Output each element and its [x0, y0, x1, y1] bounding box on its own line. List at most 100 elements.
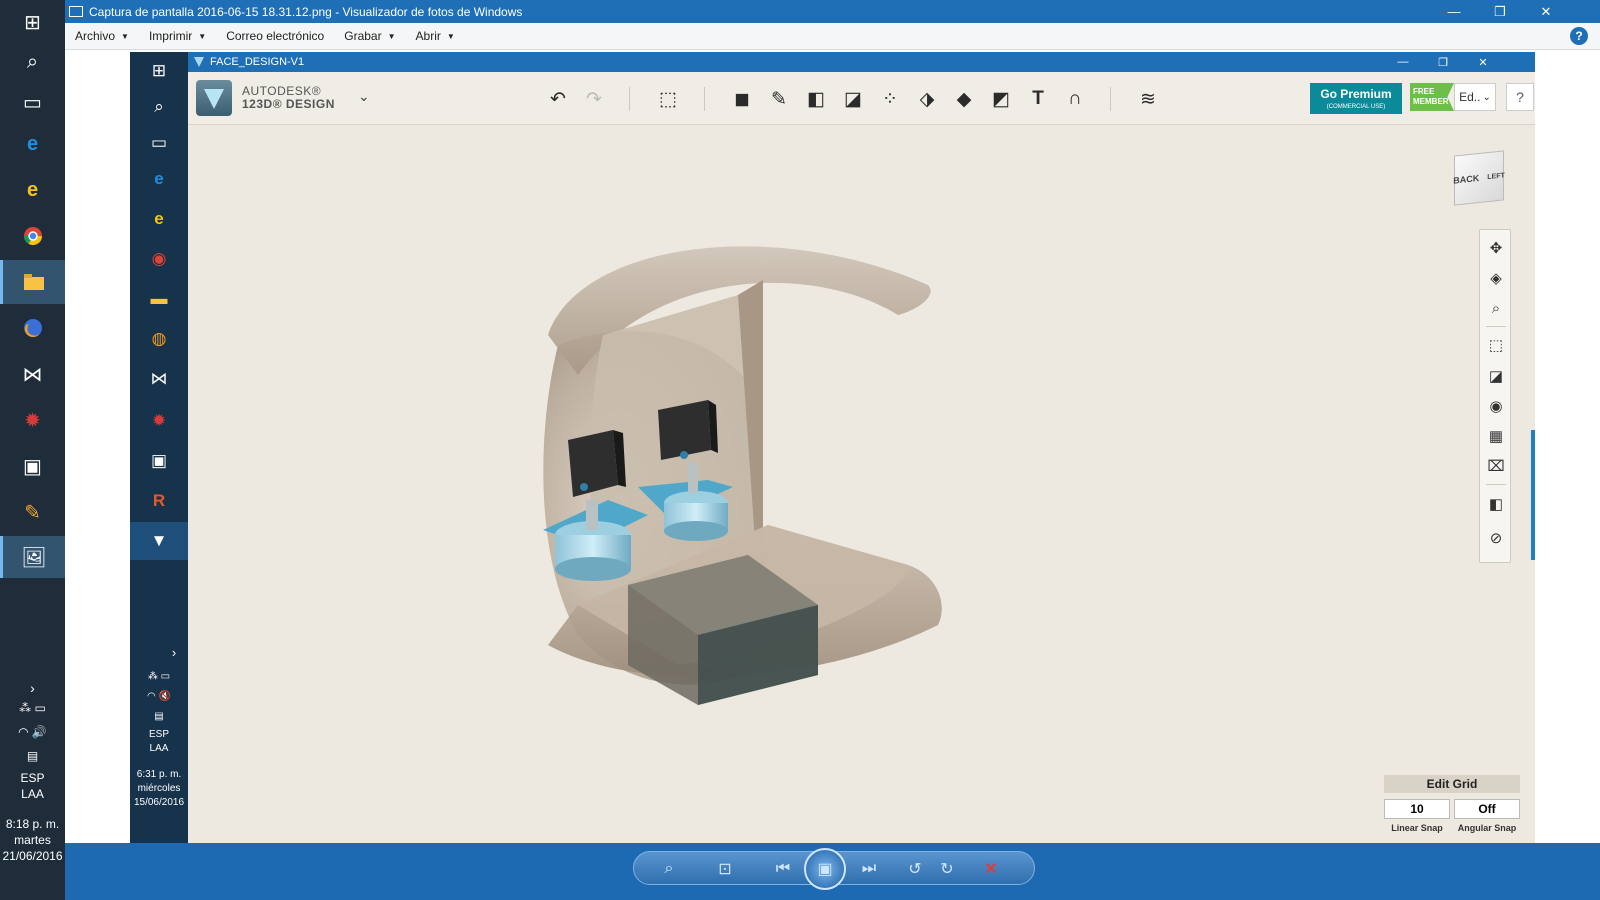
3d-viewport: BACK LEFT ✥ ◈ ⌕ ⬚ ◪ ◉ ▦ ⌧ ◧ ⊘ Edit Grid … — [188, 125, 1535, 843]
r-app-icon: R — [152, 491, 166, 510]
app-logo-icon — [194, 57, 204, 67]
clock-day: miércoles — [137, 783, 181, 794]
maximize-button[interactable]: ❐ — [1477, 0, 1523, 23]
main-menu-chevron-icon: ⌄ — [358, 88, 370, 104]
123d-logo-icon — [196, 80, 232, 116]
camera-icon: ⌧ — [1487, 458, 1505, 475]
show-hidden-icons-chevron: › — [171, 645, 177, 660]
free-member-badge: FREE MEMBER — [1410, 83, 1454, 111]
rotate-right-icon[interactable]: ↻ — [933, 855, 961, 883]
navigation-bar: ✥ ◈ ⌕ ⬚ ◪ ◉ ▦ ⌧ ◧ ⊘ — [1479, 229, 1511, 563]
actual-size-icon[interactable]: ⊡ — [711, 855, 739, 883]
modify-icon: ◪ — [844, 88, 862, 110]
fit-icon: ⬚ — [1488, 337, 1504, 354]
rotate-left-icon[interactable]: ↺ — [901, 855, 929, 883]
bug-app-icon[interactable]: ✹ — [0, 398, 65, 442]
brand: AUTODESK® 123D® DESIGN — [196, 80, 335, 116]
chrome-icon[interactable] — [0, 214, 65, 258]
grouping-icon: ⬗ — [919, 88, 935, 110]
text-icon: T — [1032, 88, 1044, 109]
measure-icon: ◩ — [992, 88, 1010, 110]
firefox-icon[interactable] — [0, 306, 65, 350]
photo-viewer-icon — [69, 6, 83, 17]
delete-icon[interactable]: ✕ — [977, 855, 1005, 883]
transform-icon: ⬚ — [659, 88, 677, 110]
task-view-icon: ▭ — [150, 133, 168, 152]
tool-app-icon[interactable]: ✎ — [0, 490, 65, 534]
ortho-perspective-icon: ◪ — [1488, 368, 1504, 385]
menu-correo[interactable]: Correo electrónico — [216, 29, 334, 43]
user-name: Ed.. — [1459, 90, 1481, 104]
next-icon[interactable]: ⏭ — [855, 855, 883, 883]
previous-icon[interactable]: ⏮ — [769, 855, 797, 883]
photos-app-icon[interactable]: ▣ — [0, 444, 65, 488]
premium-sublabel: (COMMERCIAL USE) — [1326, 104, 1386, 110]
viewer-title-bar: Captura de pantalla 2016-06-15 18.31.12.… — [65, 0, 1600, 23]
photo-viewer-taskbar-icon[interactable]: 🖼 — [0, 536, 65, 578]
viewcube: BACK LEFT — [1450, 145, 1510, 206]
layout-label: LAA — [149, 743, 169, 754]
chrome-icon: ◉ — [151, 249, 167, 268]
minimize-button[interactable]: — — [1431, 0, 1477, 23]
app-toolbar: AUTODESK® 123D® DESIGN ⌄ ↶ ↷ ⬚ ◼ ✎ ◧ ◪ ⁘… — [188, 72, 1535, 125]
app-maximize-button: ❐ — [1438, 56, 1448, 69]
primitives-icon: ◼ — [734, 88, 750, 110]
layout-label: LAA — [21, 787, 44, 801]
123d-design-taskbar-icon: ▼ — [130, 522, 188, 560]
sketch-icon: ✎ — [771, 88, 787, 110]
free-label: FREE — [1413, 87, 1435, 96]
hide-show-icon: ⊘ — [1489, 530, 1503, 547]
input-language[interactable]: ESP LAA — [0, 770, 65, 802]
app-help-button: ? — [1506, 83, 1534, 111]
linear-snap-field: 10 — [1384, 799, 1450, 819]
menu-archivo[interactable]: Archivo ▼ — [65, 29, 139, 43]
visual-studio-icon[interactable]: ⋈ — [0, 352, 65, 396]
search-icon[interactable]: ⌕ — [0, 40, 65, 84]
language-label: ESP — [20, 771, 45, 785]
angular-snap-label: Angular Snap — [1457, 823, 1517, 833]
viewer-menu-bar: Archivo ▼ Imprimir ▼ Correo electrónico Gr… — [65, 23, 1600, 50]
action-center-icon[interactable]: ▤ — [0, 748, 65, 764]
viewer-controls-bar: ⌕ ⊡ ⏮ ▣ ⏭ ↺ ↻ ✕ — [65, 843, 1600, 900]
clock-date: 21/06/2016 — [2, 849, 63, 863]
menu-imprimir[interactable]: Imprimir ▼ — [139, 29, 216, 43]
close-button[interactable]: ✕ — [1523, 0, 1569, 23]
clock-day: martes — [14, 833, 51, 847]
zoom-icon: ⌕ — [1491, 299, 1501, 317]
menu-abrir[interactable]: Abrir ▼ — [406, 29, 465, 43]
tray-icons: ⁂ ▭ — [147, 671, 171, 682]
inner-taskbar: ⊞ ⌕ ▭ e e ◉ ▬ ◍ ⋈ ✹ ▣ R ▼ › ⁂ ▭ ◠ 🔇 ▤ ES… — [130, 52, 188, 843]
app-close-button: ✕ — [1478, 56, 1488, 69]
redo-icon: ↷ — [586, 88, 602, 110]
slideshow-button[interactable]: ▣ — [804, 848, 846, 890]
action-center-icon: ▤ — [154, 711, 164, 722]
clock-time: 6:31 p. m. — [136, 769, 182, 780]
clock[interactable]: 8:18 p. m. martes 21/06/2016 — [0, 816, 65, 864]
windows-start-icon[interactable]: ⊞ — [0, 0, 65, 44]
menu-grabar[interactable]: Grabar ▼ — [334, 29, 405, 43]
zoom-icon[interactable]: ⌕ — [655, 855, 683, 883]
snap-icon: ∩ — [1068, 88, 1082, 109]
ie-icon[interactable]: e — [0, 168, 65, 212]
tray-network-volume-icons[interactable]: ◠ 🔊 — [0, 724, 65, 740]
chevron-down-icon: ▼ — [198, 31, 207, 41]
undo-icon: ↶ — [550, 88, 566, 110]
chevron-down-icon: ▼ — [387, 31, 396, 41]
clock-time: 8:18 p. m. — [5, 817, 60, 831]
menu-abrir-label: Abrir — [415, 29, 441, 43]
orbit-icon: ◈ — [1490, 270, 1502, 287]
file-explorer-icon[interactable] — [0, 260, 65, 304]
bug-app-icon: ✹ — [151, 411, 167, 430]
angular-snap-field: Off — [1454, 799, 1520, 819]
menu-imprimir-label: Imprimir — [148, 29, 193, 43]
help-button[interactable]: ? — [1570, 27, 1588, 45]
chevron-down-icon: ⌄ — [1482, 91, 1491, 103]
viewcube-back-label: BACK — [1453, 172, 1480, 186]
tray-icons[interactable]: ⁂ ▭ — [0, 700, 65, 716]
edge-icon[interactable]: e — [0, 122, 65, 166]
viewer-title: Captura de pantalla 2016-06-15 18.31.12.… — [89, 4, 523, 19]
material-icon: ≋ — [1140, 88, 1156, 110]
member-label: MEMBER — [1413, 97, 1449, 106]
search-icon: ⌕ — [154, 97, 164, 116]
task-view-icon[interactable]: ▭ — [0, 80, 65, 124]
